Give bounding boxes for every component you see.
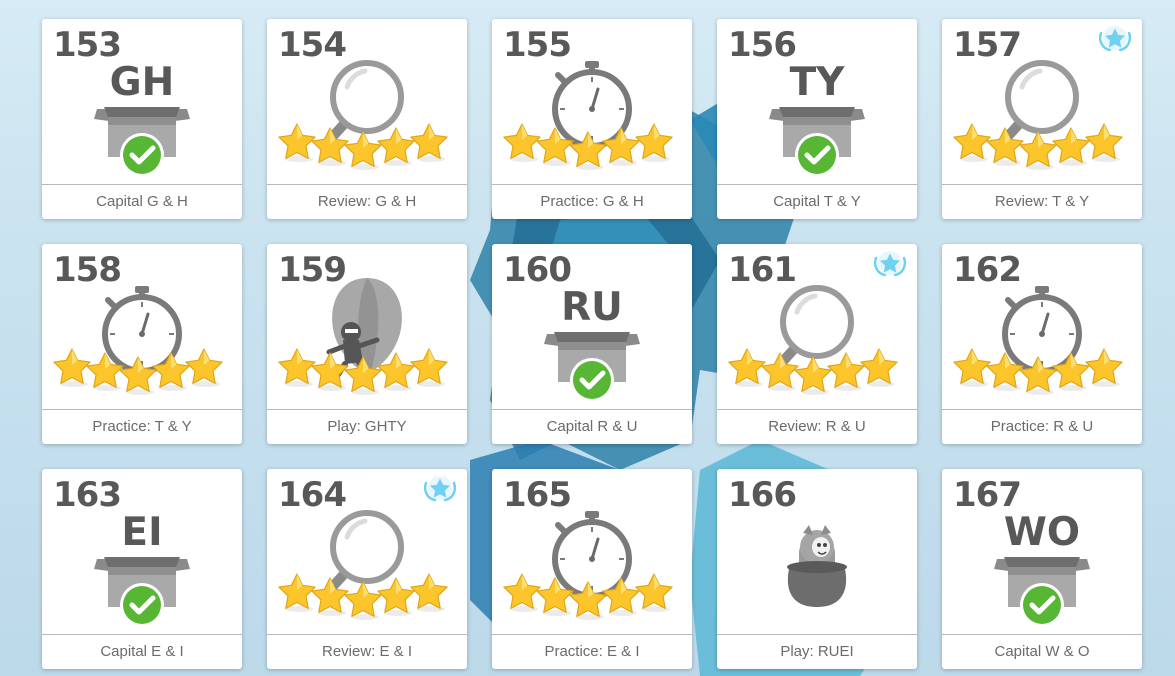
hot-air-balloon-icon — [332, 278, 402, 372]
lesson-label: Capital W & O — [942, 634, 1142, 669]
star-icon — [344, 581, 382, 620]
lesson-label: Practice: G & H — [492, 184, 692, 219]
star-icon — [953, 348, 991, 387]
check-icon — [570, 358, 614, 402]
star-icon — [503, 573, 541, 612]
lesson-label: Capital G & H — [42, 184, 242, 219]
star-icon — [377, 577, 415, 616]
lesson-label: Review: E & I — [267, 634, 467, 669]
lesson-card-158[interactable]: 158 Practice: T & Y — [42, 244, 242, 444]
lesson-label: Practice: T & Y — [42, 409, 242, 444]
lesson-label: Review: T & Y — [942, 184, 1142, 219]
lesson-label: Capital T & Y — [717, 184, 917, 219]
star-icon — [53, 348, 91, 387]
star-icon — [635, 573, 673, 612]
star-icon — [311, 127, 349, 166]
check-icon — [795, 133, 839, 177]
star-icon — [635, 123, 673, 162]
star-icon — [344, 131, 382, 170]
lesson-letters: EI — [121, 510, 163, 555]
lesson-card-156[interactable]: 156 TY Capital T & Y — [717, 19, 917, 219]
star-icon — [1085, 348, 1123, 387]
check-icon — [1020, 583, 1064, 627]
lesson-card-162[interactable]: 162 Practice: R & U — [942, 244, 1142, 444]
star-icon — [410, 348, 448, 387]
lesson-card-159[interactable]: 159 Play: GHTY — [267, 244, 467, 444]
lesson-number: 159 — [278, 250, 347, 290]
star-icon — [185, 348, 223, 387]
lesson-number: 165 — [503, 475, 572, 515]
lesson-card-154[interactable]: 154 Review: G & H — [267, 19, 467, 219]
star-icon — [761, 352, 799, 391]
lesson-number: 154 — [278, 25, 347, 65]
lesson-number: 155 — [503, 25, 572, 65]
lesson-card-160[interactable]: 160 RU Capital R & U — [492, 244, 692, 444]
lesson-card-157[interactable]: 157 Review: T & Y — [942, 19, 1142, 219]
star-medal-icon — [1098, 26, 1132, 52]
star-icon — [410, 123, 448, 162]
lesson-label: Capital R & U — [492, 409, 692, 444]
lesson-letters: TY — [789, 60, 845, 105]
check-icon — [120, 583, 164, 627]
lesson-label: Review: R & U — [717, 409, 917, 444]
star-icon — [278, 348, 316, 387]
lesson-letters: GH — [109, 60, 175, 105]
lesson-number: 162 — [953, 250, 1022, 290]
lesson-number: 164 — [278, 475, 347, 515]
lesson-card-166[interactable]: 166 Play: RUEI — [717, 469, 917, 669]
star-icon — [503, 123, 541, 162]
lesson-label: Capital E & I — [42, 634, 242, 669]
lesson-letters: RU — [561, 285, 623, 330]
lesson-label: Play: GHTY — [267, 409, 467, 444]
star-icon — [377, 127, 415, 166]
lesson-card-164[interactable]: 164 Review: E & I — [267, 469, 467, 669]
star-icon — [1052, 127, 1090, 166]
lesson-number: 166 — [728, 475, 797, 515]
star-icon — [278, 573, 316, 612]
star-icon — [953, 123, 991, 162]
lesson-card-167[interactable]: 167 WO Capital W & O — [942, 469, 1142, 669]
lesson-number: 161 — [728, 250, 797, 290]
pot-creature-icon — [787, 525, 847, 607]
lesson-label: Practice: R & U — [942, 409, 1142, 444]
lesson-card-153[interactable]: 153 GH Capital G & H — [42, 19, 242, 219]
star-icon — [311, 577, 349, 616]
lesson-label: Review: G & H — [267, 184, 467, 219]
lesson-number: 157 — [953, 25, 1022, 65]
lesson-number: 158 — [53, 250, 122, 290]
star-icon — [794, 356, 832, 395]
lesson-card-161[interactable]: 161 Review: R & U — [717, 244, 917, 444]
check-icon — [120, 133, 164, 177]
star-icon — [986, 127, 1024, 166]
star-medal-icon — [423, 476, 457, 502]
star-icon — [410, 573, 448, 612]
star-icon — [1019, 131, 1057, 170]
lesson-label: Practice: E & I — [492, 634, 692, 669]
lesson-label: Play: RUEI — [717, 634, 917, 669]
lesson-letters: WO — [1003, 510, 1081, 555]
star-icon — [311, 352, 349, 391]
star-icon — [1085, 123, 1123, 162]
lesson-card-155[interactable]: 155 Practice: G & H — [492, 19, 692, 219]
star-icon — [827, 352, 865, 391]
lesson-card-165[interactable]: 165 Practice: E & I — [492, 469, 692, 669]
star-icon — [728, 348, 766, 387]
star-icon — [860, 348, 898, 387]
star-icon — [278, 123, 316, 162]
lesson-card-163[interactable]: 163 EI Capital E & I — [42, 469, 242, 669]
star-medal-icon — [873, 251, 907, 277]
